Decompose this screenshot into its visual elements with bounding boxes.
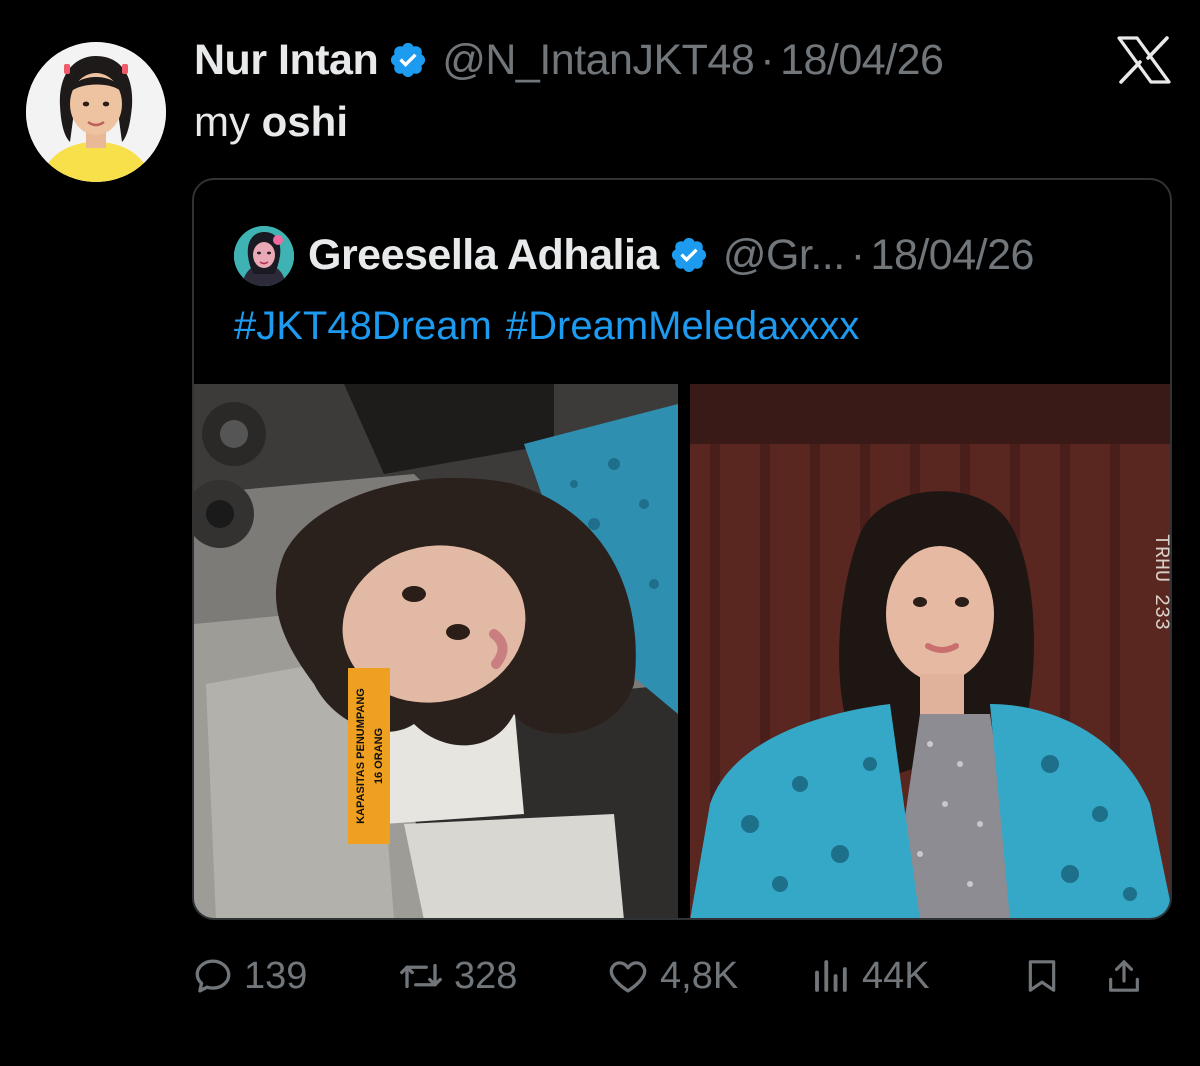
verified-badge-icon — [671, 237, 706, 273]
quoted-author-handle[interactable]: @Gr... — [723, 231, 845, 280]
quoted-tweet-date[interactable]: 18/04/26 — [871, 231, 1035, 280]
retweet-button[interactable]: 328 — [398, 946, 517, 1006]
quoted-tweet-hashtags: #JKT48Dream #DreamMeledaxxxx — [234, 304, 859, 349]
separator-dot: · — [850, 230, 865, 279]
reply-button[interactable]: 139 — [192, 946, 307, 1006]
tweet-actions-bar: 139 328 4,8K 44K — [192, 946, 1172, 1006]
retweet-count: 328 — [454, 954, 518, 997]
views-icon — [815, 960, 847, 992]
hashtag-link[interactable]: #JKT48Dream — [234, 304, 492, 349]
author-avatar[interactable] — [26, 42, 166, 182]
reply-icon — [195, 959, 231, 993]
views-button[interactable]: 44K — [810, 946, 930, 1006]
quoted-tweet-card[interactable]: Greesella Adhalia @Gr... · 18/04/26 #JKT… — [192, 178, 1172, 920]
share-icon — [1109, 960, 1139, 992]
tweet-text-bold: oshi — [261, 98, 348, 145]
views-count: 44K — [862, 954, 930, 997]
bookmark-button[interactable] — [1022, 946, 1072, 1006]
share-button[interactable] — [1104, 946, 1154, 1006]
sticker-line-1: KAPASITAS PENUMPANG — [355, 688, 367, 824]
author-handle[interactable]: @N_IntanJKT48 — [442, 36, 755, 85]
photo-side-text: TRHU 233 — [1149, 534, 1172, 630]
retweet-icon — [400, 963, 442, 989]
verified-badge-icon — [391, 42, 426, 78]
tweet-date[interactable]: 18/04/26 — [780, 36, 944, 85]
separator-dot: · — [760, 35, 775, 84]
tweet-text-plain: my — [194, 98, 262, 145]
quoted-tweet-header: Greesella Adhalia @Gr... · 18/04/26 — [308, 224, 1034, 286]
quoted-author-avatar[interactable] — [234, 226, 294, 286]
like-count: 4,8K — [660, 954, 739, 997]
reply-count: 139 — [244, 954, 308, 997]
heart-icon — [609, 961, 647, 993]
x-logo-icon — [1117, 36, 1171, 84]
like-button[interactable]: 4,8K — [606, 946, 738, 1006]
quoted-photo-left[interactable]: KAPASITAS PENUMPANG 16 ORANG — [194, 384, 678, 918]
sticker-line-2: 16 ORANG — [373, 728, 385, 784]
author-name[interactable]: Nur Intan — [194, 36, 379, 85]
bookmark-icon — [1028, 960, 1056, 992]
quoted-author-name[interactable]: Greesella Adhalia — [308, 231, 659, 280]
quoted-photo-right[interactable]: TRHU 233 — [690, 384, 1172, 918]
hashtag-link[interactable]: #DreamMeledaxxxx — [506, 304, 859, 349]
tweet-text: my oshi — [194, 98, 348, 146]
tweet-header: Nur Intan @N_IntanJKT48 · 18/04/26 — [194, 30, 944, 90]
